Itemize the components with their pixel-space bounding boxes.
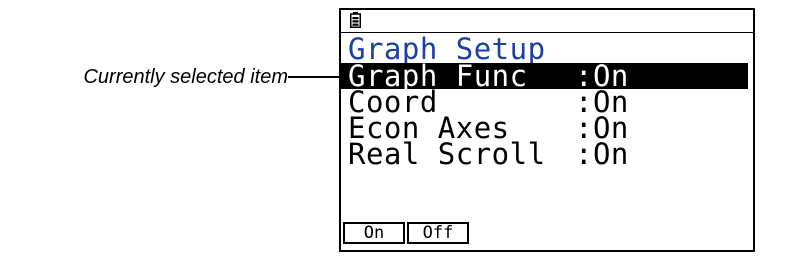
menu-item-value: :On bbox=[575, 137, 629, 171]
status-bar bbox=[341, 10, 753, 33]
menu-item-name: Real Scroll bbox=[348, 137, 546, 171]
fkey-off-button[interactable]: Off bbox=[407, 222, 469, 244]
function-key-bar: On Off bbox=[343, 222, 471, 244]
callout: Currently selected item bbox=[0, 62, 340, 92]
callout-leader-line bbox=[288, 76, 340, 78]
setup-menu: Graph Func :On Coord :On Econ Axes :On R… bbox=[341, 62, 753, 171]
calculator-screen: Graph Setup Graph Func :On Coord :On Eco… bbox=[339, 8, 755, 252]
callout-label: Currently selected item bbox=[83, 66, 288, 88]
menu-item-real-scroll[interactable]: Real Scroll :On bbox=[341, 137, 753, 171]
battery-icon bbox=[350, 12, 361, 28]
fkey-on-button[interactable]: On bbox=[343, 222, 405, 244]
